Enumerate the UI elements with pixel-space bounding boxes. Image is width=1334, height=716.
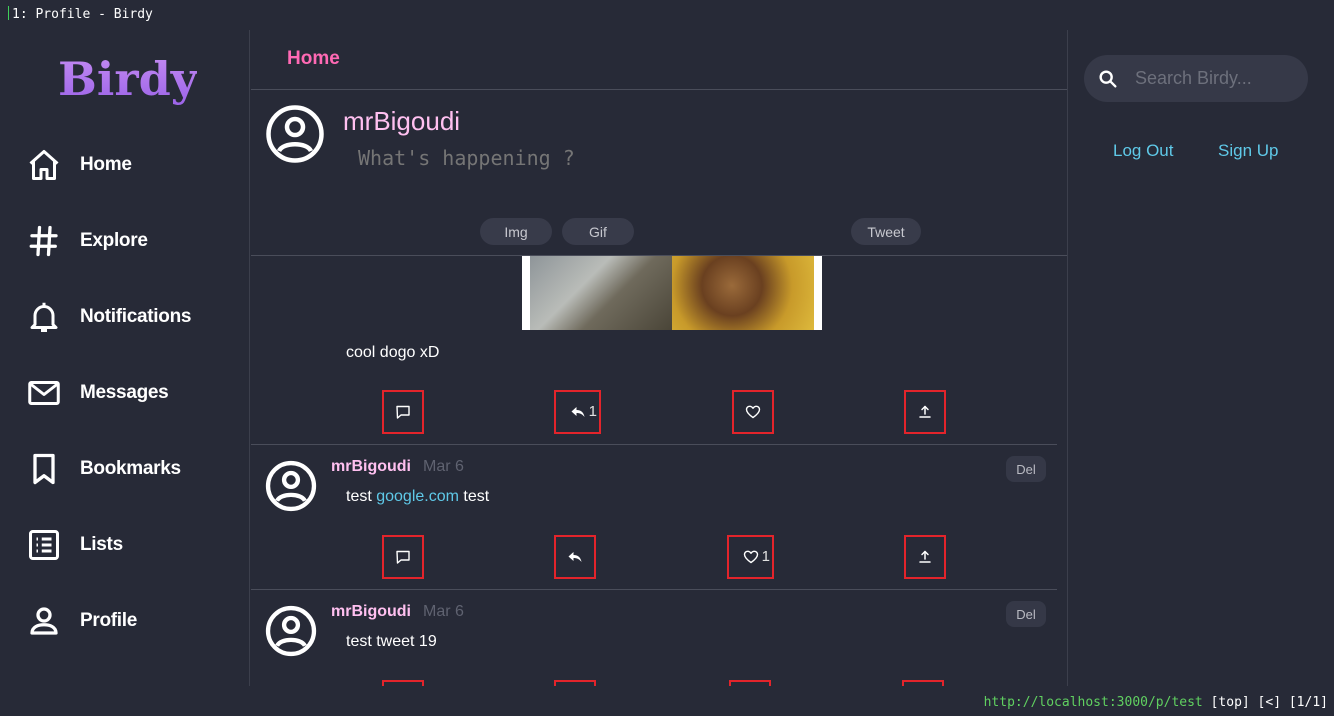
nav-item-home[interactable]: Home	[26, 145, 132, 185]
like-button[interactable]	[732, 390, 774, 434]
reply-button[interactable]	[382, 680, 424, 686]
retweet-button[interactable]	[554, 680, 596, 686]
tweet-date: Mar 6	[423, 458, 464, 475]
composer-username: mrBigoudi	[343, 106, 461, 136]
tweet-author[interactable]: mrBigoudi	[331, 603, 411, 621]
avatar[interactable]	[265, 605, 317, 657]
tweet-item: cool dogo xD 1	[251, 256, 1057, 445]
nav-item-bookmarks[interactable]: Bookmarks	[26, 449, 181, 489]
reply-button[interactable]	[382, 535, 424, 579]
tweet-date: Mar 6	[423, 603, 464, 620]
nav-label-profile: Profile	[80, 610, 138, 631]
status-info: [top] [<] [1/1]	[1210, 695, 1328, 710]
nav-item-messages[interactable]: Messages	[26, 373, 169, 413]
nav-label-notifications: Notifications	[80, 306, 192, 327]
browser-status-bar: http://localhost:3000/p/test [top] [<] […	[984, 695, 1328, 710]
retweet-button[interactable]	[554, 535, 596, 579]
tweet-composer: mrBigoudi Img Gif Tweet	[251, 90, 1067, 256]
img-button[interactable]: Img	[480, 218, 552, 245]
comment-icon	[396, 550, 410, 564]
left-sidebar: Birdy Home Explore Notifications Message…	[0, 30, 250, 686]
nav-label-messages: Messages	[80, 382, 169, 403]
window-title-bar: 1: Profile - Birdy	[0, 0, 1334, 30]
bookmark-icon	[33, 453, 55, 485]
nav-item-explore[interactable]: Explore	[26, 221, 148, 261]
tweet-text-start: test	[346, 488, 377, 505]
tweet-text: test tweet 19	[346, 633, 437, 650]
feed-header: Home	[251, 30, 1067, 90]
share-icon	[919, 405, 931, 418]
search-box[interactable]	[1084, 55, 1308, 102]
image-panel	[672, 256, 822, 330]
search-input[interactable]	[1135, 68, 1295, 89]
terminal-cursor	[8, 6, 9, 20]
home-icon	[29, 150, 59, 180]
share-button[interactable]	[904, 535, 946, 579]
retweet-button[interactable]: 1	[554, 390, 601, 434]
share-icon	[919, 550, 931, 563]
person-icon	[30, 607, 58, 635]
heart-icon	[745, 405, 761, 419]
reply-arrow-icon	[568, 552, 582, 562]
reply-button[interactable]	[382, 390, 424, 434]
comment-icon	[396, 405, 410, 419]
window-title: 1: Profile - Birdy	[12, 7, 153, 22]
nav-label-lists: Lists	[80, 534, 123, 555]
nav-label-home: Home	[80, 154, 132, 175]
share-button[interactable]	[904, 390, 946, 434]
search-icon	[1099, 69, 1117, 88]
main-feed: Home mrBigoudi Img Gif Tweet cool dogo x…	[251, 30, 1068, 686]
page-title[interactable]: Home	[287, 48, 340, 70]
heart-icon	[743, 550, 758, 564]
avatar[interactable]	[265, 104, 325, 164]
tweet-image[interactable]	[522, 256, 822, 330]
retweet-count: 1	[588, 403, 597, 420]
nav-item-profile[interactable]: Profile	[26, 601, 137, 641]
nav-item-lists[interactable]: Lists	[26, 525, 123, 565]
mail-icon	[28, 381, 60, 405]
tweet-item: mrBigoudi Mar 6 Del test google.com test…	[251, 445, 1057, 590]
nav-item-notifications[interactable]: Notifications	[26, 297, 191, 337]
tweet-link[interactable]: google.com	[376, 488, 459, 505]
nav-label-bookmarks: Bookmarks	[80, 458, 181, 479]
tweet-text-end: test	[458, 488, 490, 505]
image-panel	[522, 256, 672, 330]
like-button[interactable]	[729, 680, 771, 686]
signup-link[interactable]: Sign Up	[1218, 141, 1278, 161]
logout-link[interactable]: Log Out	[1113, 141, 1174, 161]
tweet-author[interactable]: mrBigoudi	[331, 458, 411, 476]
avatar[interactable]	[265, 460, 317, 512]
tweet-item: mrBigoudi Mar 6 Del test tweet 19	[251, 590, 1057, 686]
tweet-text: test google.com test	[346, 488, 489, 506]
brand-logo[interactable]: Birdy	[58, 52, 197, 106]
like-button[interactable]: 1	[727, 535, 774, 579]
tweet-input[interactable]	[358, 146, 958, 170]
reply-arrow-icon	[571, 407, 584, 417]
like-count: 1	[761, 548, 770, 565]
hash-icon	[29, 225, 58, 257]
list-icon	[29, 530, 59, 560]
share-button[interactable]	[902, 680, 944, 686]
tweet-button[interactable]: Tweet	[851, 218, 921, 245]
right-sidebar: Log Out Sign Up	[1069, 30, 1334, 686]
nav-label-explore: Explore	[80, 230, 148, 251]
gif-button[interactable]: Gif	[562, 218, 634, 245]
delete-button[interactable]: Del	[1006, 456, 1046, 482]
current-url: http://localhost:3000/p/test	[983, 695, 1203, 710]
delete-button[interactable]: Del	[1006, 601, 1046, 627]
tweet-text: cool dogo xD	[346, 344, 440, 361]
bell-icon	[30, 302, 58, 332]
